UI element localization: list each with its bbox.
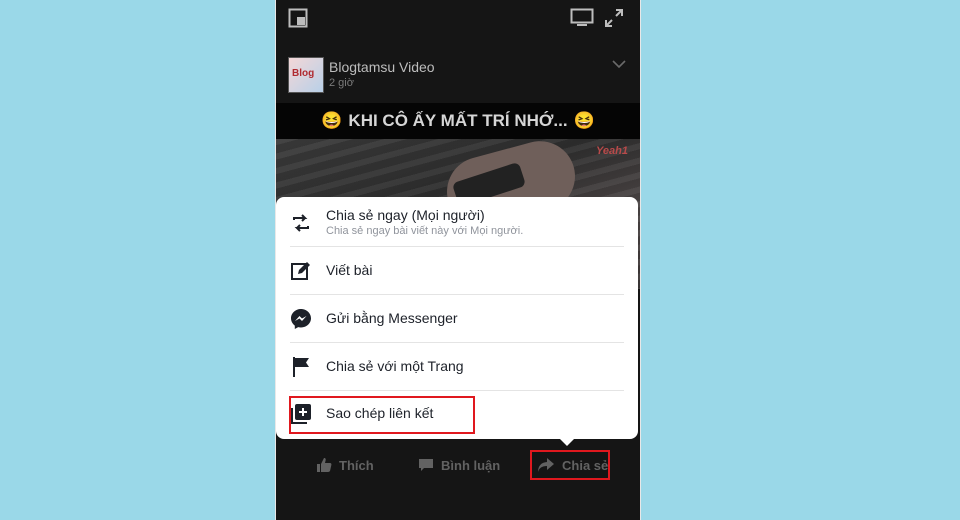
send-messenger-label: Gửi bằng Messenger <box>326 310 458 326</box>
post-header: Blog Blogtamsu Video 2 giờ <box>288 57 628 93</box>
comment-label: Bình luận <box>441 457 501 473</box>
share-page-item[interactable]: Chia sẻ với một Trang <box>276 343 638 391</box>
tv-cast-icon[interactable] <box>570 8 594 28</box>
share-page-label: Chia sẻ với một Trang <box>326 358 464 374</box>
write-post-label: Viết bài <box>326 262 373 278</box>
avatar-logo-text: Blog <box>292 68 315 79</box>
page-avatar[interactable]: Blog <box>288 57 324 93</box>
send-messenger-item[interactable]: Gửi bằng Messenger <box>276 295 638 343</box>
copy-link-highlight-box <box>289 396 475 434</box>
edit-icon <box>291 262 310 280</box>
share-now-label: Chia sẻ ngay (Mọi người) <box>326 207 485 223</box>
like-label: Thích <box>339 457 374 473</box>
laughing-emoji-icon: 😆 <box>321 111 343 130</box>
comment-icon <box>419 459 433 471</box>
post-time: 2 giờ <box>329 77 354 89</box>
video-watermark: Yeah1 <box>595 145 628 157</box>
like-button[interactable]: Thích <box>316 457 374 473</box>
page-name[interactable]: Blogtamsu Video <box>329 59 435 75</box>
comment-button[interactable]: Bình luận <box>418 457 500 473</box>
chevron-down-icon[interactable] <box>612 59 626 69</box>
write-post-item[interactable]: Viết bài <box>276 247 638 295</box>
messenger-icon <box>291 309 311 329</box>
minimize-video-icon[interactable] <box>288 8 308 28</box>
fullscreen-icon[interactable] <box>604 8 624 28</box>
caption-text: KHI CÔ ẤY MẤT TRÍ NHỚ... <box>348 111 568 130</box>
video-caption: 😆 KHI CÔ ẤY MẤT TRÍ NHỚ... 😆 <box>276 103 640 139</box>
phone-screen: Blog Blogtamsu Video 2 giờ 😆 KHI CÔ ẤY M… <box>276 0 640 520</box>
repost-icon <box>293 214 309 232</box>
share-now-item[interactable]: Chia sẻ ngay (Mọi người) Chia sẻ ngay bà… <box>276 197 638 245</box>
laughing-emoji-icon: 😆 <box>573 111 595 130</box>
share-now-sublabel: Chia sẻ ngay bài viết này với Mọi người. <box>326 225 524 237</box>
share-button-highlight-box <box>530 450 610 480</box>
thumbs-up-icon <box>317 458 332 472</box>
flag-icon <box>293 357 309 377</box>
